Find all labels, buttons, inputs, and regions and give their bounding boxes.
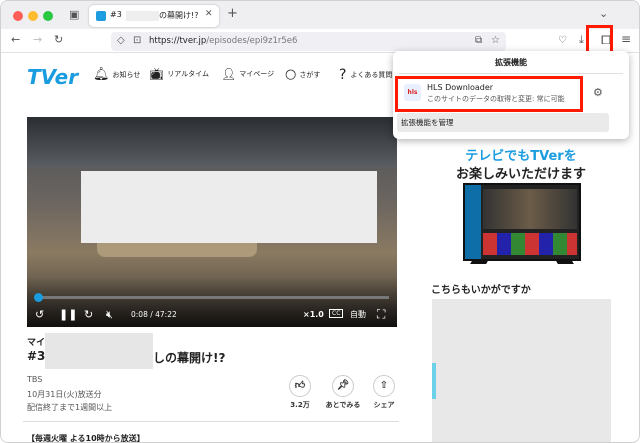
redacted-area: [126, 11, 159, 21]
like-button[interactable]: 👍︎ 3.2万: [287, 375, 313, 410]
cc-button[interactable]: CC: [329, 309, 344, 318]
minimize-window-button[interactable]: [28, 11, 38, 21]
promo-line2: お楽しみいただけます: [455, 167, 586, 182]
controls-gradient: [27, 277, 397, 327]
list-tabs-icon[interactable]: ⌄: [599, 7, 608, 21]
tver-logo[interactable]: TVer: [27, 65, 78, 89]
new-tab-button[interactable]: +: [227, 7, 238, 21]
lock-icon[interactable]: ⊡: [133, 34, 141, 48]
recommended-items[interactable]: [432, 299, 611, 442]
promo-banner[interactable]: テレビでもTVerを お楽しみいただけます: [431, 119, 611, 271]
pin-icon: 📌︎: [332, 375, 354, 397]
nav-realtime[interactable]: 📺︎ リアルタイム: [149, 67, 209, 81]
browser-window: ▣ #3 の幕開け!? ✕ + ⌄ ← → ↻ ◇ ⊡ https://tver…: [0, 0, 640, 443]
back-arrow-icon[interactable]: ←: [11, 33, 20, 47]
recommend-thumbnail-edge: [432, 363, 436, 399]
tab-title-end: の幕開け!?: [159, 11, 199, 20]
video-player[interactable]: ↺ ❚❚ ↻ 🔇︎ 0:08 / 47:22 ×1.0 CC 自動 ⛶: [27, 117, 397, 327]
nav-search[interactable]: ○ さがす: [285, 67, 320, 82]
quality-auto-button[interactable]: 自動: [350, 309, 366, 320]
broadcast-schedule: 【毎週火曜 よる10時から放送】: [27, 434, 145, 443]
url-path: /episodes/epi9z1r5e6: [206, 36, 298, 46]
question-icon: ?: [339, 67, 347, 83]
nav-notifications[interactable]: 🔔︎ お知らせ: [93, 67, 140, 82]
episode-title-end: しの幕開け!?: [153, 351, 226, 365]
navigation-bar: ← → ↻ ◇ ⊡ https://tver.jp/episodes/epi9z…: [1, 29, 639, 53]
share-icon: ⇧: [373, 375, 395, 397]
tv-stand-right: [556, 261, 574, 264]
video-frame-ceiling: [27, 117, 397, 167]
highlight-extension-item: [395, 76, 583, 112]
menu-icon[interactable]: ≡: [621, 32, 631, 46]
watch-later-button[interactable]: 📌︎ あとでみる: [322, 375, 364, 410]
forward-arrow-icon[interactable]: →: [33, 33, 42, 47]
mute-icon[interactable]: 🔇︎: [106, 308, 113, 322]
person-icon: 👤︎: [221, 67, 237, 81]
recommend-heading: こちらもいかがですか: [431, 285, 531, 296]
forward-icon[interactable]: ↻: [84, 308, 93, 322]
url-host: https://tver.jp: [149, 36, 207, 46]
popup-divider: [399, 73, 623, 74]
popup-title: 拡張機能: [495, 58, 527, 67]
time-display: 0:08 / 47:22: [131, 310, 177, 319]
seek-handle[interactable]: [34, 293, 43, 302]
airdate: 10月31日(火)放送分: [27, 390, 102, 399]
seek-bar[interactable]: [34, 293, 389, 302]
reload-icon[interactable]: ↻: [54, 33, 63, 47]
download-icon[interactable]: ⤓: [579, 33, 584, 47]
thumbs-up-icon: 👍︎: [289, 375, 311, 397]
tv-screen-thumbnails: [483, 233, 577, 255]
zoom-window-button[interactable]: [43, 11, 53, 21]
tab-overview-icon[interactable]: ▣: [69, 8, 79, 22]
close-tab-icon[interactable]: ✕: [205, 9, 213, 19]
picture-in-picture-icon[interactable]: ⧉: [475, 34, 482, 48]
pocket-icon[interactable]: ♡: [558, 34, 567, 48]
broadcaster[interactable]: TBS: [27, 375, 42, 384]
tab-active[interactable]: #3 の幕開け!? ✕: [89, 5, 219, 27]
search-icon: ○: [285, 67, 297, 82]
availability: 配信終了まで1週間以上: [27, 403, 113, 412]
bookmark-star-icon[interactable]: ☆: [491, 34, 500, 48]
tv-icon: 📺︎: [149, 67, 165, 81]
fullscreen-icon[interactable]: ⛶: [377, 307, 385, 321]
tab-bar: ▣ #3 の幕開け!? ✕ + ⌄: [1, 1, 639, 29]
tv-image: [463, 183, 581, 261]
tab-title: #3: [110, 10, 122, 19]
tver-favicon-icon: [96, 11, 106, 21]
promo-line1: テレビでもTVerを: [465, 149, 577, 164]
speed-button[interactable]: ×1.0: [303, 310, 324, 319]
gear-icon[interactable]: ⚙: [593, 86, 603, 100]
redacted-area: [81, 171, 377, 243]
rewind-icon[interactable]: ↺: [35, 308, 44, 322]
shield-icon[interactable]: ◇: [117, 34, 125, 48]
tv-stand-left: [470, 261, 488, 264]
share-button[interactable]: ⇧ シェア: [371, 375, 397, 410]
episode-title-start: #3: [27, 349, 46, 363]
redacted-area: [45, 333, 153, 369]
tv-screen-hero: [483, 189, 577, 229]
close-window-button[interactable]: [13, 11, 23, 21]
url-bar[interactable]: ◇ ⊡ https://tver.jp/episodes/epi9z1r5e6 …: [111, 32, 506, 51]
nav-mypage[interactable]: 👤︎ マイページ: [221, 67, 274, 81]
nav-faq[interactable]: ? よくある質問: [339, 67, 392, 83]
series-title[interactable]: マイ: [27, 335, 45, 348]
tv-screen-sidebar: [465, 185, 481, 259]
manage-extensions-button[interactable]: 拡張機能を管理: [397, 113, 609, 132]
pause-icon[interactable]: ❚❚: [59, 308, 77, 322]
bell-icon: 🔔︎: [93, 67, 110, 82]
divider: [23, 421, 399, 422]
